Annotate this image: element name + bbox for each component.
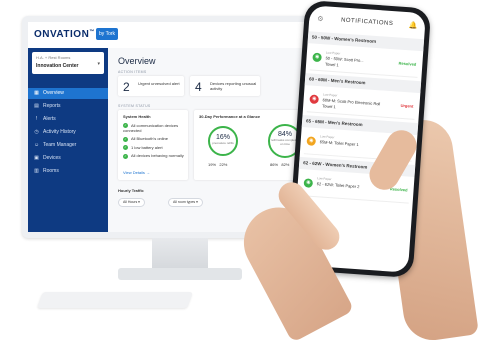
sidebar: H.A. + Rest Rooms Innovation Center ▾ ▦ O…: [28, 48, 108, 232]
sidebar-item-label: Activity History: [43, 129, 76, 135]
health-item: ✓ 1 low battery alert: [123, 144, 163, 151]
health-item: ✓ All Bluetooth's online: [123, 136, 169, 142]
sidebar-item-label: Devices: [43, 155, 61, 161]
notification-line1: 62 - 62W: Toilet Paper 2: [316, 181, 360, 190]
left-stats: 19% 22%: [208, 162, 228, 167]
device-icon: ▣: [34, 155, 39, 161]
urgent-text: Urgent unresolved alert: [138, 81, 180, 86]
health-item: ✓ All devices behaving normally: [123, 153, 184, 159]
notification-line1: 65M-M: Toilet Paper 1: [319, 139, 359, 147]
notifications-title: NOTIFICATIONS: [340, 17, 394, 28]
location-sub: H.A. + Rest Rooms: [36, 55, 71, 60]
room-type-filter[interactable]: All room types ▾: [168, 198, 203, 207]
devices-text: Devices reporting unusual activity: [210, 81, 257, 91]
location-selector[interactable]: H.A. + Rest Rooms Innovation Center ▾: [32, 52, 104, 74]
system-health-card: System Health ✓ All communication devices…: [118, 110, 188, 180]
chart-icon: ▤: [34, 103, 39, 109]
monitor-stand: [152, 238, 208, 268]
devices-count: 4: [195, 80, 202, 94]
grid-icon: ▦: [34, 90, 39, 96]
action-card-devices[interactable]: 4 Devices reporting unusual activity: [190, 76, 260, 96]
system-health-title: System Health: [123, 114, 151, 119]
performance-title: 30-Day Performance at a Glance: [199, 114, 261, 119]
location-name: Innovation Center: [36, 63, 79, 69]
notification-line2: Towel 1: [324, 61, 339, 68]
status-badge: Urgent: [400, 102, 414, 109]
chevron-down-icon: ▾: [97, 61, 100, 67]
check-icon: ✓: [123, 136, 128, 142]
sidebar-item-rooms[interactable]: ▥ Rooms: [28, 166, 108, 177]
sidebar-item-reports[interactable]: ▤ Reports: [28, 101, 108, 112]
check-icon: ✓: [123, 153, 128, 159]
roll-icon: ◉: [306, 136, 317, 146]
sidebar-item-label: Reports: [43, 103, 61, 109]
roll-icon: ◉: [309, 94, 319, 105]
brand-badge: by Tork: [96, 28, 118, 40]
history-icon: ◷: [34, 129, 39, 135]
sidebar-item-overview[interactable]: ▦ Overview: [28, 88, 108, 99]
roll-icon: ◉: [303, 178, 314, 188]
premature-refills-ring: 16% premature refills: [208, 126, 238, 156]
sidebar-item-devices[interactable]: ▣ Devices: [28, 153, 108, 164]
notification-item[interactable]: ◉ Low Paper 60M-M: Scott Pro Electronic Ro…: [306, 87, 417, 120]
notification-item[interactable]: ◉ Low Paper 50 - 50W: Scott Pro... Towel 1R…: [309, 45, 420, 78]
check-icon: ✓: [123, 145, 128, 151]
room-icon: ▥: [34, 168, 39, 174]
health-item: ✓ All communication devices connected: [123, 123, 179, 134]
right-stats: 86% 82%: [270, 162, 290, 167]
page-title: Overview: [118, 56, 156, 66]
action-card-urgent[interactable]: 2 Urgent unresolved alert: [118, 76, 184, 96]
brand-logo: ONVATION™: [34, 29, 95, 40]
alert-icon: !: [35, 116, 38, 122]
sidebar-item-label: Overview: [43, 90, 64, 96]
view-details-link[interactable]: View Details →: [123, 170, 150, 175]
roll-icon: ◉: [312, 52, 322, 63]
keyboard: [37, 292, 193, 308]
sidebar-item-label: Alerts: [43, 116, 56, 122]
status-badge: Resolved: [398, 60, 417, 67]
sidebar-item-activity-history[interactable]: ◷ Activity History: [28, 127, 108, 138]
team-icon: ☺: [34, 142, 40, 148]
top-bar: ONVATION™ by Tork: [28, 22, 336, 49]
sidebar-item-team-manager[interactable]: ☺ Team Manager: [28, 140, 108, 151]
monitor-base: [118, 268, 242, 280]
sidebar-item-label: Rooms: [43, 168, 59, 174]
hours-filter[interactable]: All Hours ▾: [118, 198, 145, 207]
system-status-label: SYSTEM STATUS: [118, 104, 151, 108]
hourly-traffic-title: Hourly Traffic: [118, 188, 144, 193]
sidebar-item-alerts[interactable]: ! Alerts: [28, 114, 108, 125]
urgent-count: 2: [123, 80, 130, 94]
notification-line2: Towel 1: [322, 103, 336, 110]
sidebar-item-label: Team Manager: [43, 142, 77, 148]
action-items-label: ACTION ITEMS: [118, 70, 147, 74]
bell-icon[interactable]: 🔔: [409, 21, 418, 30]
